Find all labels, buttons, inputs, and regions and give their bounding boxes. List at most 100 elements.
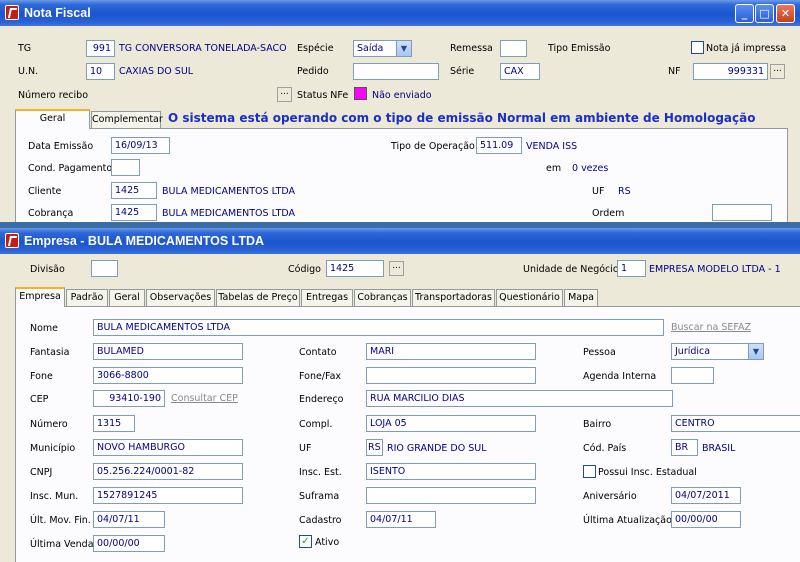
municipio-input[interactable]: NOVO HAMBURGO bbox=[93, 439, 243, 456]
data-emissao-input[interactable]: 16/09/13 bbox=[111, 137, 170, 154]
consultar-cep-link[interactable]: Consultar CEP bbox=[171, 393, 238, 404]
especie-label: Espécie bbox=[297, 43, 334, 54]
buscar-sefaz-link[interactable]: Buscar na SEFAZ bbox=[671, 322, 751, 333]
contato-input[interactable]: MARI bbox=[366, 343, 536, 360]
aniversario-input[interactable]: 04/07/2011 bbox=[671, 487, 741, 504]
em-label: em bbox=[546, 163, 562, 174]
tab-geral[interactable]: Geral bbox=[15, 109, 90, 129]
cep-label: CEP bbox=[30, 394, 49, 405]
maximize-button[interactable]: □ bbox=[755, 4, 774, 23]
tab-questionario[interactable]: Questionário bbox=[496, 289, 563, 307]
ordem-input[interactable] bbox=[712, 204, 772, 221]
tab-tabelas-preco[interactable]: Tabelas de Preço bbox=[216, 289, 300, 307]
suframa-label: Suframa bbox=[299, 491, 340, 502]
bairro-input[interactable]: CENTRO bbox=[671, 415, 800, 432]
nome-input[interactable]: BULA MEDICAMENTOS LTDA bbox=[93, 319, 664, 336]
numero-recibo-label: Número recibo bbox=[18, 90, 89, 101]
fone-label: Fone bbox=[30, 371, 53, 382]
ultima-atualizacao-input[interactable]: 00/00/00 bbox=[671, 511, 741, 528]
cliente-code-input[interactable]: 1425 bbox=[111, 182, 157, 199]
insc-est-input[interactable]: ISENTO bbox=[366, 463, 536, 480]
cliente-name: BULA MEDICAMENTOS LTDA bbox=[162, 186, 296, 197]
tab-complementar[interactable]: Complementar bbox=[91, 111, 163, 129]
tab-transportadoras[interactable]: Transportadoras bbox=[412, 289, 495, 307]
status-color-swatch bbox=[354, 87, 367, 100]
uf-input[interactable]: RS bbox=[366, 439, 383, 456]
unidade-negocio-label: Unidade de Negócio bbox=[523, 264, 619, 275]
fone-input[interactable]: 3066-8800 bbox=[93, 367, 243, 384]
chevron-down-icon[interactable]: ▼ bbox=[748, 344, 763, 359]
codigo-lookup-button[interactable]: ... bbox=[389, 261, 404, 276]
nf-lookup-button[interactable]: ... bbox=[770, 64, 785, 79]
remessa-input[interactable] bbox=[500, 40, 527, 57]
pessoa-value: Jurídica bbox=[675, 346, 711, 357]
cnpj-input[interactable]: 05.256.224/0001-82 bbox=[93, 463, 243, 480]
geral-panel: Data Emissão 16/09/13 Cond. Pagamento Cl… bbox=[15, 128, 788, 222]
cobranca-code-input[interactable]: 1425 bbox=[111, 204, 157, 221]
cadastro-input[interactable]: 04/07/11 bbox=[366, 511, 436, 528]
ordem-label: Ordem bbox=[592, 208, 625, 219]
tg-label: TG bbox=[18, 43, 32, 54]
serie-label: Série bbox=[450, 66, 475, 77]
em-value: 0 vezes bbox=[572, 163, 609, 174]
insc-est-label: Insc. Est. bbox=[299, 467, 342, 478]
ult-mov-fin-label: Últ. Mov. Fin. bbox=[30, 515, 91, 526]
un-code-input[interactable]: 10 bbox=[86, 63, 115, 80]
empresa-titlebar[interactable]: Empresa - BULA MEDICAMENTOS LTDA bbox=[0, 228, 800, 254]
especie-select[interactable]: Saída ▼ bbox=[353, 40, 412, 57]
ultima-venda-input[interactable]: 00/00/00 bbox=[93, 535, 165, 552]
uf-value: RS bbox=[618, 186, 631, 197]
cod-pais-input[interactable]: BR bbox=[671, 439, 698, 456]
unidade-negocio-name: EMPRESA MODELO LTDA - 1 bbox=[649, 264, 781, 275]
tab-mapa[interactable]: Mapa bbox=[564, 289, 598, 307]
endereco-input[interactable]: RUA MARCILIO DIAS bbox=[366, 390, 673, 407]
serie-input[interactable]: CAX bbox=[500, 63, 540, 80]
tab-empresa[interactable]: Empresa bbox=[15, 287, 65, 307]
insc-mun-label: Insc. Mun. bbox=[30, 491, 79, 502]
fone-fax-input[interactable] bbox=[366, 367, 536, 384]
fantasia-input[interactable]: BULAMED bbox=[93, 343, 243, 360]
nota-impressa-checkbox[interactable] bbox=[691, 41, 704, 54]
recibo-lookup-button[interactable]: ... bbox=[277, 87, 292, 102]
numero-label: Número bbox=[30, 419, 68, 430]
unidade-negocio-input[interactable]: 1 bbox=[617, 260, 646, 277]
tab-geral[interactable]: Geral bbox=[109, 289, 145, 307]
un-label: U.N. bbox=[18, 66, 39, 77]
status-nfe-label: Status NFe bbox=[297, 90, 349, 101]
nota-fiscal-window: Nota Fiscal _ □ ✕ TG 991 TG CONVERSORA T… bbox=[0, 0, 800, 222]
tg-code-input[interactable]: 991 bbox=[86, 40, 115, 57]
cond-pagamento-input[interactable] bbox=[111, 159, 140, 176]
nome-label: Nome bbox=[30, 323, 59, 334]
compl-input[interactable]: LOJA 05 bbox=[366, 415, 536, 432]
divisao-input[interactable] bbox=[91, 260, 118, 277]
codigo-input[interactable]: 1425 bbox=[326, 260, 384, 277]
ult-mov-fin-input[interactable]: 04/07/11 bbox=[93, 511, 165, 528]
nota-fiscal-titlebar[interactable]: Nota Fiscal _ □ ✕ bbox=[0, 0, 800, 26]
tab-observacoes[interactable]: Observações bbox=[146, 289, 215, 307]
tab-padrao[interactable]: Padrão bbox=[66, 289, 108, 307]
chevron-down-icon[interactable]: ▼ bbox=[396, 41, 411, 56]
minimize-button[interactable]: _ bbox=[735, 4, 754, 23]
close-button[interactable]: ✕ bbox=[776, 4, 795, 23]
uf-label: UF bbox=[592, 186, 605, 197]
app-icon bbox=[5, 5, 19, 20]
ativo-checkbox[interactable]: ✓ bbox=[299, 535, 312, 548]
agenda-interna-input[interactable] bbox=[671, 367, 714, 384]
pedido-input[interactable] bbox=[353, 63, 439, 80]
contato-label: Contato bbox=[299, 347, 337, 358]
pessoa-select[interactable]: Jurídica ▼ bbox=[671, 343, 764, 360]
cep-input[interactable]: 93410-190 bbox=[93, 390, 165, 407]
suframa-input[interactable] bbox=[366, 487, 536, 504]
nota-impressa-label: Nota já impressa bbox=[706, 43, 787, 54]
tab-cobrancas[interactable]: Cobranças bbox=[354, 289, 411, 307]
tipo-operacao-input[interactable]: 511.09 bbox=[476, 137, 522, 154]
window-title: Empresa - BULA MEDICAMENTOS LTDA bbox=[24, 234, 265, 248]
nf-input[interactable]: 999331 bbox=[693, 63, 768, 80]
tab-entregas[interactable]: Entregas bbox=[301, 289, 353, 307]
possui-insc-estadual-checkbox[interactable] bbox=[583, 465, 596, 478]
cnpj-label: CNPJ bbox=[30, 467, 53, 478]
numero-input[interactable]: 1315 bbox=[93, 415, 135, 432]
insc-mun-input[interactable]: 1527891245 bbox=[93, 487, 243, 504]
homologacao-banner: O sistema está operando com o tipo de em… bbox=[168, 111, 756, 125]
cobranca-name: BULA MEDICAMENTOS LTDA bbox=[162, 208, 296, 219]
